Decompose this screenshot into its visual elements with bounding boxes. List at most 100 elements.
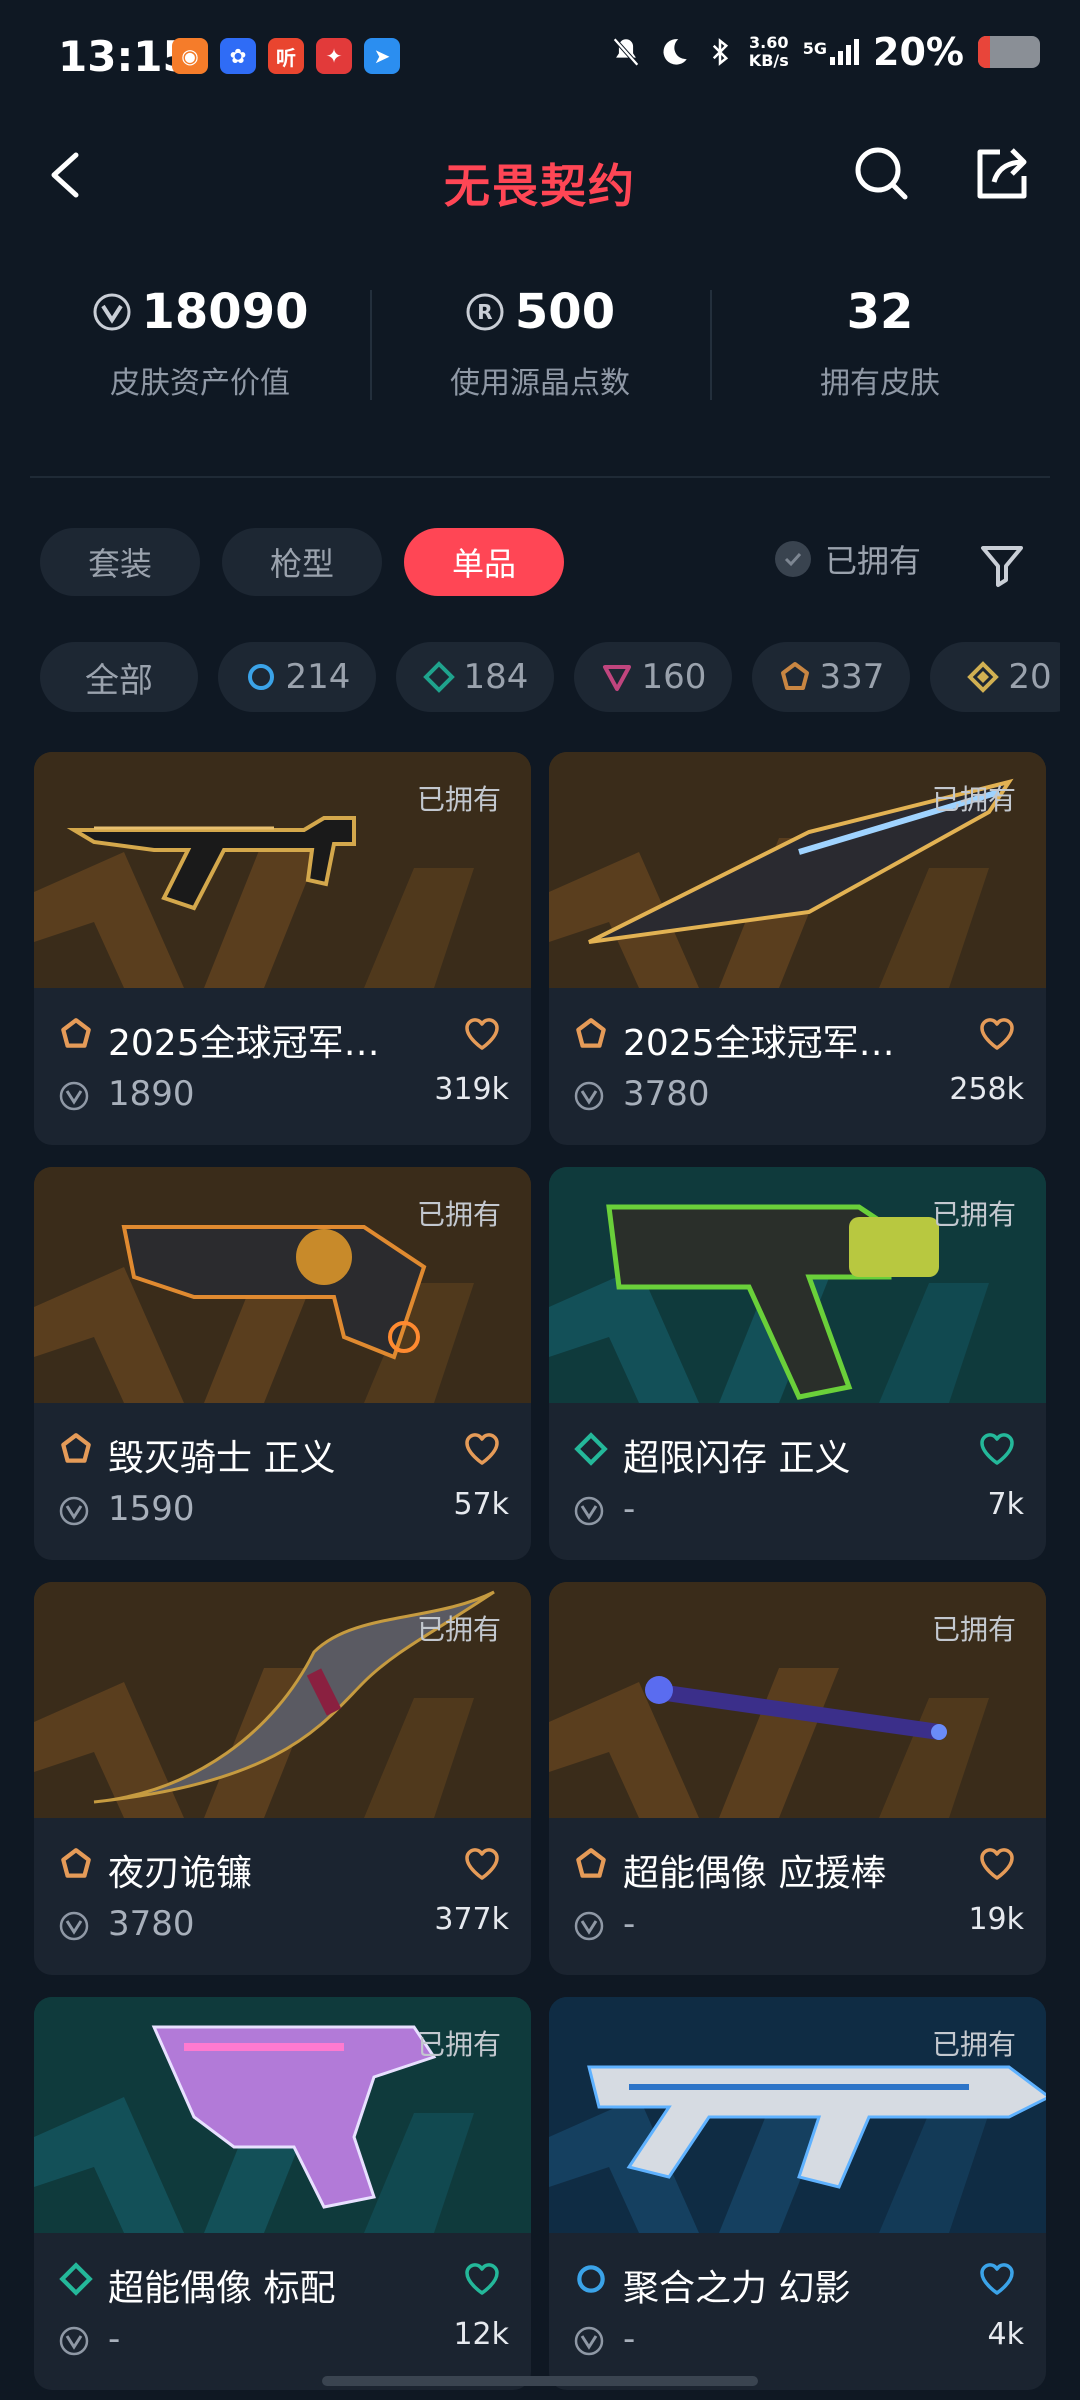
skin-info: 2025全球冠军… 1890 319k: [34, 988, 531, 1145]
skin-name: 聚合之力 幻影: [623, 2268, 851, 2309]
like-count: 377k: [434, 1902, 509, 1937]
tier-chip-all[interactable]: 全部: [40, 642, 198, 712]
skin-card[interactable]: 已拥有 聚合之力 幻影 - 4k: [549, 1997, 1046, 2390]
baidu-icon: ✿: [220, 38, 256, 74]
tier-chip-label: 20: [1008, 657, 1052, 697]
skin-name: 夜刃诡镰: [108, 1853, 253, 1894]
search-icon[interactable]: [850, 142, 914, 206]
skin-info: 聚合之力 幻影 - 4k: [549, 2233, 1046, 2390]
bluetooth-icon: [712, 38, 728, 66]
stat-skin-value: 18090 皮肤资产价值: [30, 280, 370, 420]
tier-chip-deluxe[interactable]: 184: [396, 642, 554, 712]
skin-image: 已拥有: [34, 1582, 531, 1818]
skin-price: 3780: [108, 1904, 195, 1944]
category-tabs: 套装 枪型 单品: [40, 528, 564, 596]
tier-chip-exclusive[interactable]: 337: [752, 642, 910, 712]
skin-image: 已拥有: [34, 1167, 531, 1403]
like-count: 258k: [949, 1072, 1024, 1107]
battery-percent: 20%: [873, 30, 964, 74]
ultra-tier-icon: [966, 660, 1000, 694]
home-indicator[interactable]: [322, 2376, 758, 2386]
owned-tag: 已拥有: [416, 2028, 501, 2061]
like-count: 4k: [987, 2317, 1024, 2352]
skin-name: 2025全球冠军…: [108, 1023, 380, 1064]
vp-icon: [58, 2325, 90, 2357]
skin-image: 已拥有: [34, 752, 531, 988]
skin-image: 已拥有: [34, 1997, 531, 2233]
heart-icon[interactable]: [978, 1431, 1016, 1467]
tab-weapon-type[interactable]: 枪型: [222, 528, 382, 596]
share-icon[interactable]: [970, 142, 1034, 206]
heart-icon[interactable]: [463, 2261, 501, 2297]
skin-card[interactable]: 已拥有 2025全球冠军… 3780 258k: [549, 752, 1046, 1145]
select-tier-icon: [244, 660, 278, 694]
tab-single-item[interactable]: 单品: [404, 528, 564, 596]
tier-icon: [58, 1431, 94, 1467]
skin-card[interactable]: 已拥有 超限闪存 正义 - 7k: [549, 1167, 1046, 1560]
skin-price: 3780: [623, 1074, 710, 1114]
skin-price: -: [623, 1904, 636, 1944]
vp-icon: [58, 1080, 90, 1112]
owned-filter-toggle[interactable]: 已拥有: [775, 536, 921, 582]
tier-icon: [573, 2261, 609, 2297]
tier-icon: [573, 1846, 609, 1882]
skin-card[interactable]: 已拥有 超能偶像 标配 - 12k: [34, 1997, 531, 2390]
tier-icon: [573, 1431, 609, 1467]
send-icon: ➤: [364, 38, 400, 74]
owned-tag: 已拥有: [416, 783, 501, 816]
vp-icon: [58, 1910, 90, 1942]
skin-grid: 已拥有 2025全球冠军… 1890 319k 已拥有 2025全球冠军… 37…: [34, 752, 1046, 2390]
skin-name: 超能偶像 应援棒: [623, 1853, 887, 1894]
vp-icon: [573, 1495, 605, 1527]
tier-filter-bar: 全部 214 184 160 337 20: [40, 642, 1060, 712]
tab-set[interactable]: 套装: [40, 528, 200, 596]
skin-price: -: [623, 2319, 636, 2359]
qq-icon: ◉: [172, 38, 208, 74]
deluxe-tier-icon: [422, 660, 456, 694]
tier-chip-select[interactable]: 214: [218, 642, 376, 712]
skin-card[interactable]: 已拥有 2025全球冠军… 1890 319k: [34, 752, 531, 1145]
skin-name: 毁灭骑士 正义: [108, 1438, 336, 1479]
moon-icon: [663, 39, 687, 65]
status-bar: 13:15 ◉ ✿ 听 ✦ ➤ 3.60 KB/s 5G 20%: [0, 0, 1080, 120]
skin-name: 超限闪存 正义: [623, 1438, 851, 1479]
heart-icon[interactable]: [463, 1846, 501, 1882]
heart-icon[interactable]: [463, 1016, 501, 1052]
skin-image: 已拥有: [549, 1167, 1046, 1403]
heart-icon[interactable]: [978, 1016, 1016, 1052]
premium-tier-icon: [600, 660, 634, 694]
skin-info: 超能偶像 应援棒 - 19k: [549, 1818, 1046, 1975]
exclusive-tier-icon: [778, 660, 812, 694]
skin-price: -: [623, 1489, 636, 1529]
skin-card[interactable]: 已拥有 夜刃诡镰 3780 377k: [34, 1582, 531, 1975]
heart-icon[interactable]: [978, 2261, 1016, 2297]
owned-tag: 已拥有: [931, 1198, 1016, 1231]
tier-chip-label: 184: [463, 657, 529, 697]
like-count: 7k: [987, 1487, 1024, 1522]
radianite-icon: R: [466, 293, 504, 331]
vp-icon: [58, 1495, 90, 1527]
skin-card[interactable]: 已拥有 毁灭骑士 正义 1590 57k: [34, 1167, 531, 1560]
app-header: 无畏契约: [0, 120, 1080, 240]
like-count: 19k: [968, 1902, 1024, 1937]
skin-card[interactable]: 已拥有 超能偶像 应援棒 - 19k: [549, 1582, 1046, 1975]
signal-icon: 5G: [803, 39, 860, 65]
tier-chip-premium[interactable]: 160: [574, 642, 732, 712]
tier-chip-ultra[interactable]: 20: [930, 642, 1060, 712]
stat-radianite: R 500 使用源晶点数: [370, 280, 710, 420]
net-speed: 3.60 KB/s: [748, 33, 789, 70]
stat-owned-skins: 32 拥有皮肤: [710, 280, 1050, 420]
heart-icon[interactable]: [978, 1846, 1016, 1882]
skin-info: 超能偶像 标配 - 12k: [34, 2233, 531, 2390]
skin-info: 毁灭骑士 正义 1590 57k: [34, 1403, 531, 1560]
heart-icon[interactable]: [463, 1431, 501, 1467]
filter-icon[interactable]: [975, 538, 1029, 592]
skin-info: 2025全球冠军… 3780 258k: [549, 988, 1046, 1145]
like-count: 57k: [453, 1487, 509, 1522]
like-count: 12k: [453, 2317, 509, 2352]
skin-price: 1890: [108, 1074, 195, 1114]
vp-icon: [573, 1080, 605, 1112]
notification-icons: ◉ ✿ 听 ✦ ➤: [172, 38, 400, 74]
owned-tag: 已拥有: [931, 783, 1016, 816]
battery-icon: [978, 36, 1040, 68]
